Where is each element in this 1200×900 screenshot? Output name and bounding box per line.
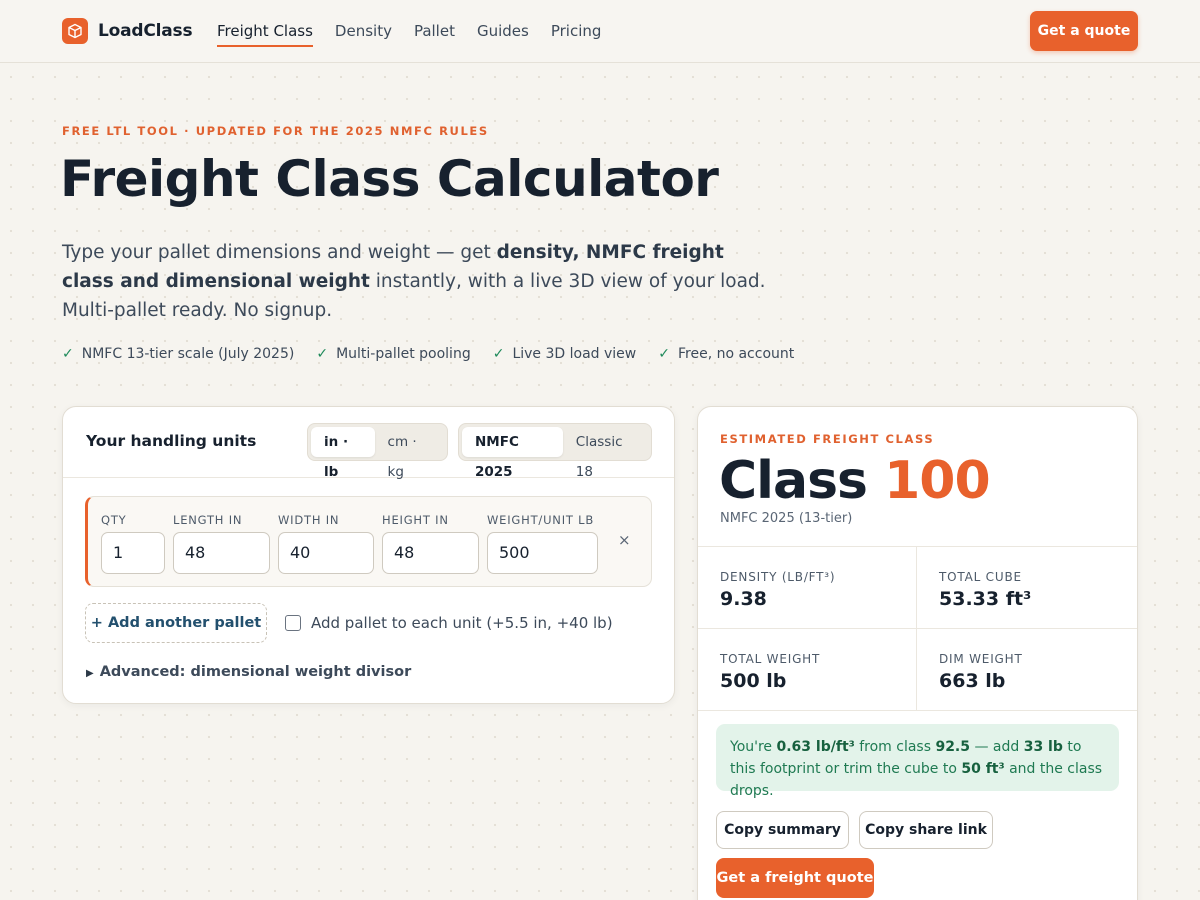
metric-label: DENSITY (LB/FT³)	[720, 570, 836, 584]
width-label: WIDTH IN	[278, 513, 340, 527]
divider	[698, 710, 1137, 711]
class-scale-toggle: NMFC 2025 Classic 18	[458, 423, 652, 480]
get-quote-button[interactable]: Get a quote	[1030, 11, 1138, 51]
scale-option-classic-18[interactable]: Classic 18	[563, 427, 648, 480]
metric-total-weight: TOTAL WEIGHT 500 lb	[698, 629, 917, 711]
height-input[interactable]: 48	[382, 532, 479, 574]
feature-label: Multi-pallet pooling	[336, 346, 471, 362]
check-icon: ✓	[658, 346, 670, 362]
check-icon: ✓	[316, 346, 329, 362]
add-pallet-button[interactable]: + Add another pallet	[85, 603, 267, 643]
check-icon: ✓	[62, 346, 74, 362]
result-card: ESTIMATED FREIGHT CLASS Class 100 NMFC 2…	[697, 406, 1138, 900]
width-input[interactable]: 40	[278, 532, 374, 574]
metric-label: DIM WEIGHT	[939, 652, 1023, 666]
pallet-checkbox-label[interactable]: Add pallet to each unit (+5.5 in, +40 lb…	[311, 614, 613, 632]
feature-list: ✓ NMFC 13-tier scale (July 2025) ✓ Multi-p…	[62, 346, 816, 362]
units-card-title: Your handling units	[86, 432, 257, 450]
tip-bold: 92.5	[935, 739, 970, 755]
length-label: LENGTH IN	[173, 513, 243, 527]
brand[interactable]: LoadClass	[62, 18, 193, 44]
metric-density: DENSITY (LB/FT³) 9.38	[698, 547, 917, 629]
feature-item: ✓ NMFC 13-tier scale (July 2025)	[62, 346, 294, 362]
result-eyebrow: ESTIMATED FREIGHT CLASS	[720, 432, 935, 446]
nav-link-freight-class[interactable]: Freight Class	[217, 21, 313, 47]
class-word: Class	[719, 451, 868, 511]
metric-value: 663 lb	[939, 670, 1006, 692]
copy-share-link-button[interactable]: Copy share link	[859, 811, 993, 849]
metric-dim-weight: DIM WEIGHT 663 lb	[917, 629, 1136, 711]
qty-label: QTY	[101, 513, 127, 527]
get-freight-quote-button[interactable]: Get a freight quote	[716, 858, 874, 898]
feature-label: NMFC 13-tier scale (July 2025)	[81, 346, 295, 362]
tip-bold: 50 ft³	[961, 761, 1005, 777]
length-input[interactable]: 48	[173, 532, 270, 574]
metric-label: TOTAL CUBE	[939, 570, 1022, 584]
feature-label: Live 3D load view	[512, 346, 637, 362]
metric-value: 53.33 ft³	[939, 588, 1032, 610]
feature-item: ✓ Live 3D load view	[493, 346, 637, 362]
nav-link-guides[interactable]: Guides	[477, 21, 529, 41]
divider	[916, 547, 917, 711]
triangle-right-icon: ▶	[86, 668, 94, 679]
scale-option-nmfc-2025[interactable]: NMFC 2025	[462, 427, 563, 480]
box-logo-icon	[62, 18, 88, 44]
metric-value: 9.38	[720, 588, 767, 610]
top-nav: LoadClass Freight Class Density Pallet G…	[0, 0, 1200, 63]
weight-label: WEIGHT/UNIT LB	[487, 513, 595, 527]
nav-link-pallet[interactable]: Pallet	[414, 21, 455, 41]
units-card-header: Your handling units in · lb cm · kg NMFC…	[63, 407, 674, 480]
unit-option-metric[interactable]: cm · kg	[375, 427, 444, 480]
unit-system-toggle: in · lb cm · kg	[307, 423, 448, 480]
handling-unit-row: QTY 1 LENGTH IN 48 WIDTH IN 40 HEIGHT IN…	[85, 496, 652, 587]
qty-input[interactable]: 1	[101, 532, 165, 574]
class-tip: You're 0.63 lb/ft³ from class 92.5 — add…	[716, 724, 1119, 799]
tip-text: from class	[854, 739, 936, 755]
freight-class-result: Class 100	[719, 451, 991, 511]
check-icon: ✓	[492, 346, 505, 362]
handling-units-card: Your handling units in · lb cm · kg NMFC…	[62, 406, 675, 704]
nav-link-pricing[interactable]: Pricing	[551, 21, 602, 41]
copy-summary-button[interactable]: Copy summary	[716, 811, 849, 849]
metric-value: 500 lb	[720, 670, 787, 692]
unit-option-imperial[interactable]: in · lb	[311, 427, 375, 480]
metrics-grid: DENSITY (LB/FT³) 9.38 TOTAL CUBE 53.33 f…	[698, 546, 1137, 711]
subtitle-text-start: Type your pallet dimensions and weight —…	[62, 242, 497, 263]
weight-input[interactable]: 500	[487, 532, 598, 574]
hero-subtitle: Type your pallet dimensions and weight —…	[62, 238, 782, 325]
tip-text: You're	[730, 739, 777, 755]
tip-text: — add	[970, 739, 1024, 755]
metric-total-cube: TOTAL CUBE 53.33 ft³	[917, 547, 1136, 629]
feature-item: ✓ Multi-pallet pooling	[316, 346, 470, 362]
pallet-checkbox[interactable]	[285, 615, 301, 631]
tip-bold: 33 lb	[1023, 739, 1063, 755]
metric-label: TOTAL WEIGHT	[720, 652, 821, 666]
feature-label: Free, no account	[677, 346, 795, 362]
advanced-label: Advanced: dimensional weight divisor	[99, 664, 412, 680]
page-title: Freight Class Calculator	[60, 150, 719, 208]
brand-name: LoadClass	[98, 21, 193, 41]
feature-item: ✓ Free, no account	[658, 346, 794, 362]
class-number: 100	[884, 451, 991, 511]
divider	[698, 628, 1137, 629]
nav-link-density[interactable]: Density	[335, 21, 392, 41]
height-label: HEIGHT IN	[382, 513, 449, 527]
remove-row-icon[interactable]: ×	[618, 531, 631, 549]
advanced-toggle[interactable]: ▶ Advanced: dimensional weight divisor	[86, 664, 411, 680]
tip-bold: 0.63 lb/ft³	[776, 739, 855, 755]
class-scale-note: NMFC 2025 (13-tier)	[720, 511, 853, 526]
nav-links: Freight Class Density Pallet Guides Pric…	[217, 21, 623, 47]
hero-eyebrow: FREE LTL TOOL · UPDATED FOR THE 2025 NMF…	[62, 124, 489, 138]
